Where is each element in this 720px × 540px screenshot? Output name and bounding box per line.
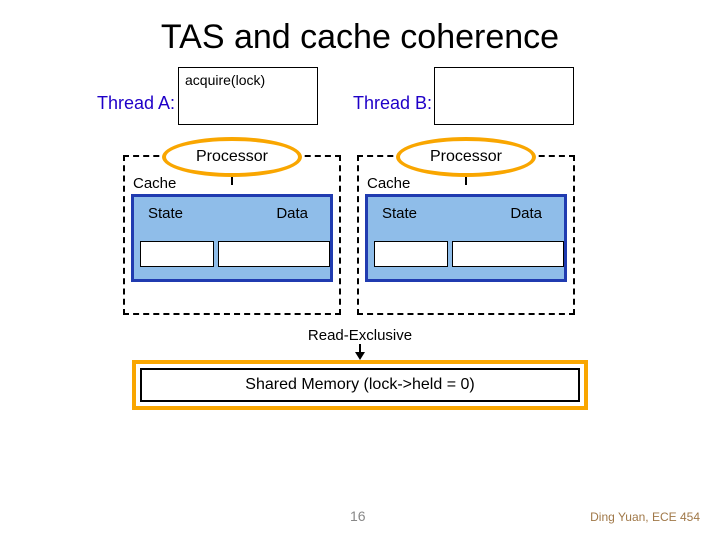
state-a-label: State xyxy=(148,205,183,222)
state-b-cell xyxy=(374,241,448,267)
thread-b-codebox xyxy=(434,67,574,125)
memory-box-outer: Shared Memory (lock->held = 0) xyxy=(132,360,588,410)
cache-a-box: State Data xyxy=(131,194,333,282)
footer-credit: Ding Yuan, ECE 454 xyxy=(590,510,700,524)
cache-b-box: State Data xyxy=(365,194,567,282)
processor-a-oval: Processor xyxy=(162,137,302,177)
data-b-cell xyxy=(452,241,564,267)
data-a-label: Data xyxy=(276,205,308,222)
thread-b-label: Thread B: xyxy=(353,93,432,114)
slide-title: TAS and cache coherence xyxy=(0,0,720,65)
processor-b-oval: Processor xyxy=(396,137,536,177)
cpu-b-block: Processor Cache State Data xyxy=(357,155,575,315)
data-b-label: Data xyxy=(510,205,542,222)
down-arrow-icon xyxy=(359,344,361,358)
data-a-cell xyxy=(218,241,330,267)
memory-box-inner: Shared Memory (lock->held = 0) xyxy=(140,368,580,402)
state-a-cell xyxy=(140,241,214,267)
threads-row: Thread A: acquire(lock) Thread B: xyxy=(0,65,720,135)
thread-a-codebox: acquire(lock) xyxy=(178,67,318,125)
cpus-row: Processor Cache State Data Processor Cac… xyxy=(0,135,720,325)
state-b-label: State xyxy=(382,205,417,222)
page-number: 16 xyxy=(350,508,366,524)
thread-a-code: acquire(lock) xyxy=(185,72,265,88)
cpu-a-block: Processor Cache State Data xyxy=(123,155,341,315)
read-exclusive-label: Read-Exclusive xyxy=(0,327,720,344)
thread-a-label: Thread A: xyxy=(97,93,175,114)
